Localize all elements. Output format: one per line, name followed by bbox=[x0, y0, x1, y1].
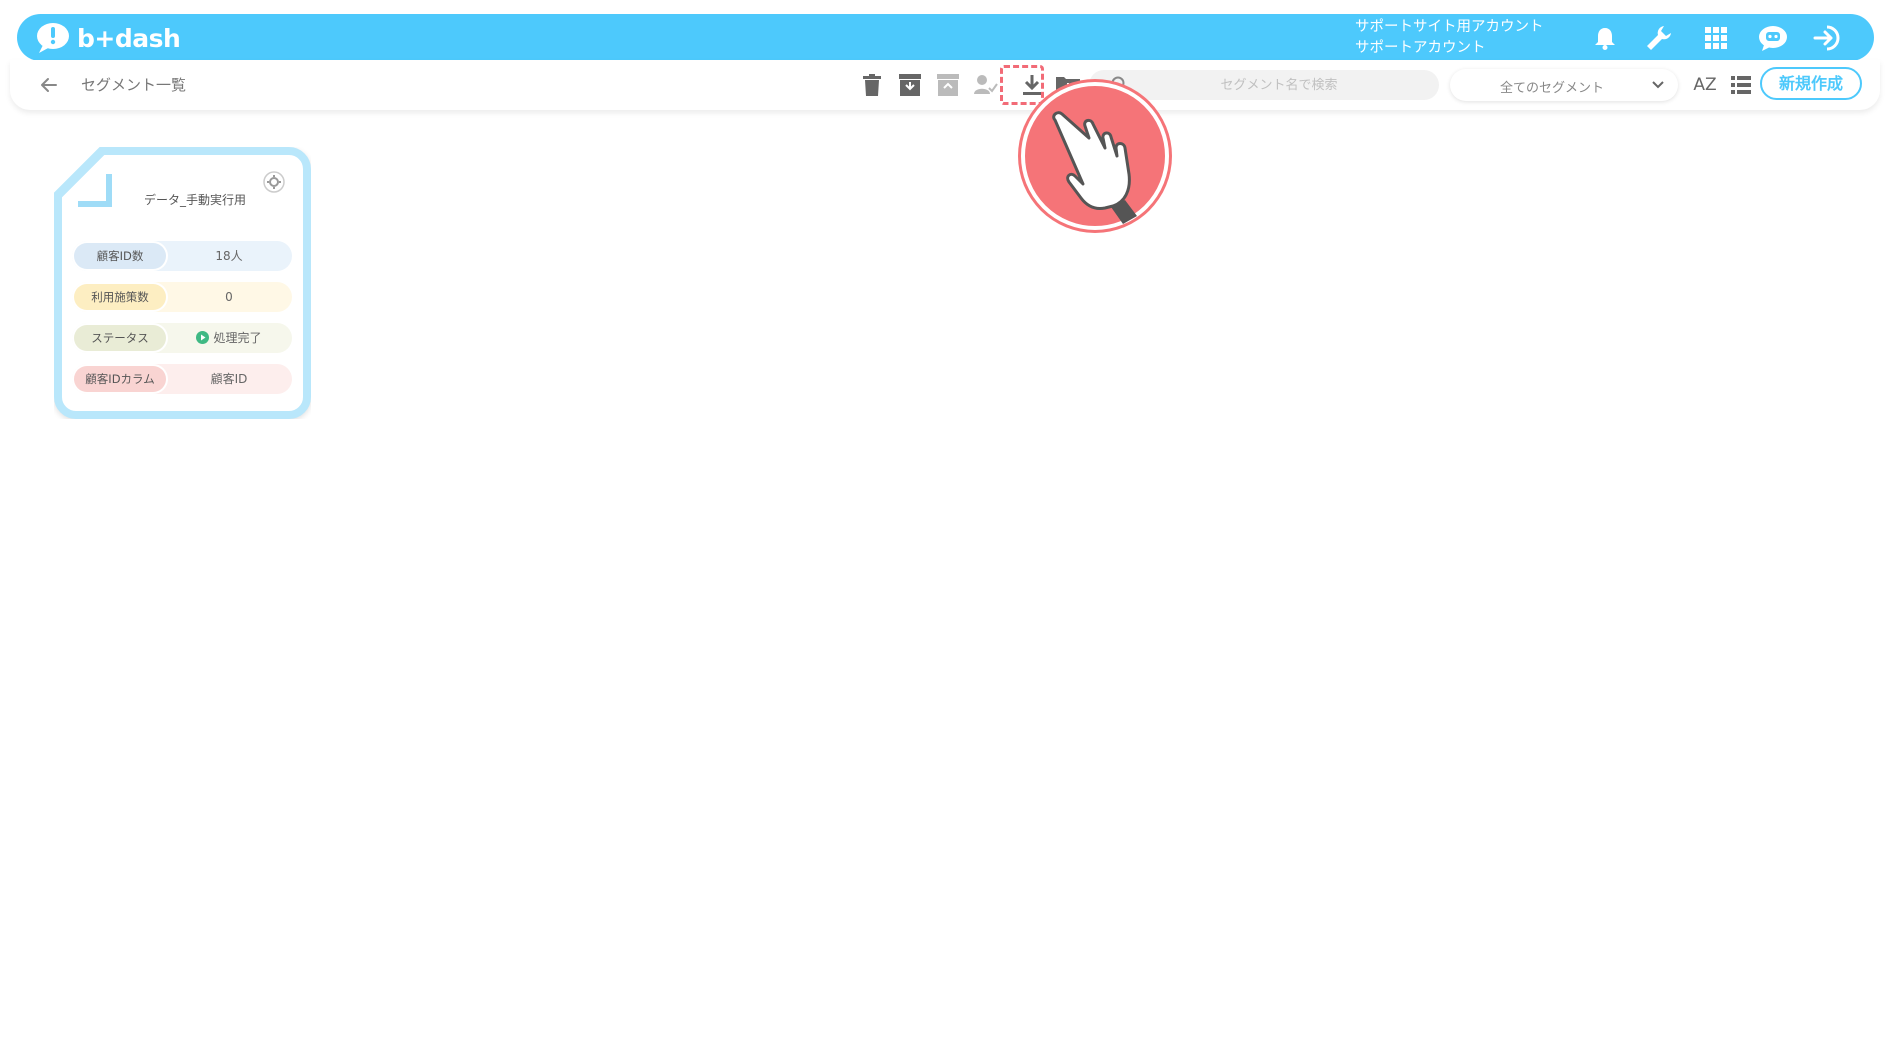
grid-icon[interactable] bbox=[1700, 22, 1732, 54]
settings-gear-icon[interactable] bbox=[263, 171, 285, 193]
card-row-customer-count: 顧客ID数 18人 bbox=[72, 241, 292, 271]
search-input[interactable] bbox=[1129, 70, 1429, 100]
row-label: 顧客ID数 bbox=[74, 243, 166, 269]
segment-card[interactable]: データ_手動実行用 顧客ID数 18人 利用施策数 0 ステータス 処理完了 顧… bbox=[54, 147, 311, 419]
bell-icon[interactable] bbox=[1589, 22, 1621, 54]
trash-icon[interactable] bbox=[858, 71, 886, 99]
top-header: b+dash サポートサイト用アカウント サポートアカウント bbox=[17, 14, 1874, 61]
card-row-status: ステータス 処理完了 bbox=[72, 323, 292, 353]
status-text: 処理完了 bbox=[213, 331, 262, 345]
logo-text: b+dash bbox=[77, 23, 181, 53]
segment-filter-value: 全てのセグメント bbox=[1500, 81, 1605, 96]
back-arrow-icon[interactable] bbox=[38, 74, 60, 96]
card-row-campaign-count: 利用施策数 0 bbox=[72, 282, 292, 312]
account-name[interactable]: サポートサイト用アカウント サポートアカウント bbox=[1355, 17, 1544, 59]
row-label: 顧客IDカラム bbox=[74, 366, 166, 392]
unarchive-icon[interactable] bbox=[934, 71, 962, 99]
row-label: ステータス bbox=[74, 325, 166, 351]
status-play-icon bbox=[196, 331, 210, 344]
sort-az-icon[interactable]: AZ bbox=[1688, 71, 1722, 99]
user-check-icon[interactable] bbox=[972, 71, 1000, 99]
archive-icon[interactable] bbox=[896, 71, 924, 99]
account-line-2: サポートアカウント bbox=[1355, 40, 1486, 56]
logout-icon[interactable] bbox=[1812, 22, 1844, 54]
card-row-id-column: 顧客IDカラム 顧客ID bbox=[72, 364, 292, 394]
wrench-icon[interactable] bbox=[1643, 22, 1675, 54]
row-value: 処理完了 bbox=[168, 323, 290, 353]
logo[interactable]: b+dash bbox=[35, 20, 181, 56]
account-line-1: サポートサイト用アカウント bbox=[1355, 19, 1544, 35]
row-value: 18人 bbox=[215, 249, 243, 263]
row-value: 顧客ID bbox=[210, 372, 248, 386]
segment-name: データ_手動実行用 bbox=[144, 193, 247, 207]
chat-robot-icon[interactable] bbox=[1757, 22, 1789, 54]
card-corner-mark bbox=[78, 174, 112, 207]
row-label: 利用施策数 bbox=[74, 284, 166, 310]
toolbar: セグメント一覧 全てのセグメント AZ bbox=[10, 60, 1880, 110]
new-segment-button[interactable]: 新規作成 bbox=[1760, 67, 1862, 100]
row-value: 0 bbox=[225, 290, 233, 304]
list-view-icon[interactable] bbox=[1727, 71, 1755, 99]
chevron-down-icon bbox=[1652, 81, 1664, 89]
sort-label: AZ bbox=[1693, 75, 1717, 95]
page-title: セグメント一覧 bbox=[81, 76, 187, 94]
logo-bubble-icon bbox=[37, 23, 69, 53]
pointing-hand-icon bbox=[1021, 82, 1169, 230]
segment-filter-select[interactable]: 全てのセグメント bbox=[1450, 69, 1678, 101]
page: b+dash サポートサイト用アカウント サポートアカウント セグメント一覧 セ… bbox=[0, 0, 1890, 1063]
